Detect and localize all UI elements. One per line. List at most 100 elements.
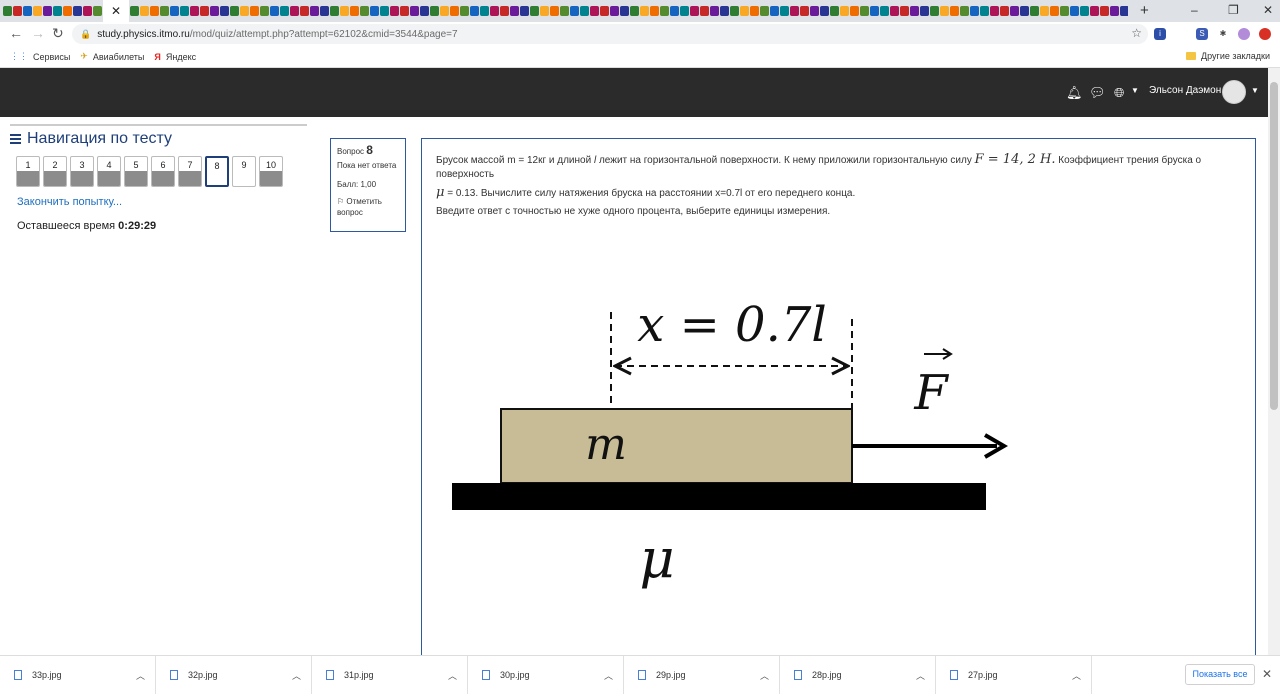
tab-favicon-icon[interactable] bbox=[1050, 6, 1059, 16]
chat-icon[interactable]: 💬︎ bbox=[1089, 85, 1106, 101]
tab-favicon-icon[interactable] bbox=[700, 6, 709, 16]
tab-favicon-icon[interactable] bbox=[760, 6, 769, 16]
tab-favicon-icon[interactable] bbox=[720, 6, 729, 16]
tab-favicon-icon[interactable] bbox=[560, 6, 569, 16]
tab-favicon-icon[interactable] bbox=[480, 6, 489, 16]
tab-favicon-icon[interactable] bbox=[740, 6, 749, 16]
tab-favicon-icon[interactable] bbox=[310, 6, 319, 16]
tab-favicon-icon[interactable] bbox=[870, 6, 879, 16]
tab-favicon-icon[interactable] bbox=[890, 6, 899, 16]
user-menu-chevron-icon[interactable]: ▼ bbox=[1251, 86, 1259, 95]
download-item[interactable]: 27p.jpg ︿ bbox=[936, 655, 1092, 694]
tab-favicon-icon[interactable] bbox=[540, 6, 549, 16]
question-button-9[interactable]: 9 bbox=[232, 156, 256, 187]
question-button-7[interactable]: 7 bbox=[178, 156, 202, 187]
download-item[interactable]: 30p.jpg ︿ bbox=[468, 655, 624, 694]
tab-favicon-icon[interactable] bbox=[1080, 6, 1089, 16]
tab-favicon-icon[interactable] bbox=[470, 6, 479, 16]
tab-favicon-icon[interactable] bbox=[210, 6, 219, 16]
tab-favicon-icon[interactable] bbox=[340, 6, 349, 16]
tab-favicon-icon[interactable] bbox=[800, 6, 809, 16]
tab-favicon-icon[interactable] bbox=[680, 6, 689, 16]
chevron-up-icon[interactable]: ︿ bbox=[604, 669, 613, 682]
tab-favicon-icon[interactable] bbox=[350, 6, 359, 16]
download-item[interactable]: 31p.jpg ︿ bbox=[312, 655, 468, 694]
tab-favicon-icon[interactable] bbox=[33, 6, 42, 16]
tab-favicon-icon[interactable] bbox=[570, 6, 579, 16]
tab-favicon-icon[interactable] bbox=[93, 6, 102, 16]
scrollbar-thumb[interactable] bbox=[1270, 82, 1278, 410]
question-button-2[interactable]: 2 bbox=[43, 156, 67, 187]
finish-attempt-link[interactable]: Закончить попытку... bbox=[17, 196, 122, 208]
tab-favicon-icon[interactable] bbox=[900, 6, 909, 16]
tab-favicon-icon[interactable] bbox=[63, 6, 72, 16]
tab-favicon-icon[interactable] bbox=[600, 6, 609, 16]
tab-favicon-icon[interactable] bbox=[1090, 6, 1099, 16]
chevron-up-icon[interactable]: ︿ bbox=[916, 669, 925, 682]
tab-favicon-icon[interactable] bbox=[490, 6, 499, 16]
tab-favicon-icon[interactable] bbox=[630, 6, 639, 16]
tab-favicon-icon[interactable] bbox=[660, 6, 669, 16]
tab-favicon-icon[interactable] bbox=[1060, 6, 1069, 16]
tab-favicon-icon[interactable] bbox=[810, 6, 819, 16]
tab-favicon-icon[interactable] bbox=[43, 6, 52, 16]
show-all-button[interactable]: Показать все bbox=[1185, 664, 1255, 685]
question-button-8[interactable]: 8 bbox=[205, 156, 229, 187]
globe-icon[interactable]: 🌐︎ bbox=[1114, 85, 1124, 101]
tab-favicon-icon[interactable] bbox=[960, 6, 969, 16]
tab-favicon-icon[interactable] bbox=[500, 6, 509, 16]
other-bookmarks[interactable]: Другие закладки bbox=[1186, 51, 1270, 61]
tab-favicon-icon[interactable] bbox=[150, 6, 159, 16]
tab-favicon-icon[interactable] bbox=[73, 6, 82, 16]
back-icon[interactable]: ← bbox=[9, 25, 23, 41]
question-button-4[interactable]: 4 bbox=[97, 156, 121, 187]
tab-favicon-icon[interactable] bbox=[450, 6, 459, 16]
flag-question[interactable]: ⚐ Отметить вопрос bbox=[337, 196, 399, 218]
tab-favicon-icon[interactable] bbox=[390, 6, 399, 16]
tab-favicon-icon[interactable] bbox=[220, 6, 229, 16]
tab-favicon-icon[interactable] bbox=[850, 6, 859, 16]
tab-favicon-icon[interactable] bbox=[770, 6, 779, 16]
bookmark-yandex[interactable]: Я Яндекс bbox=[154, 52, 196, 62]
close-downloads-icon[interactable]: ✕ bbox=[1262, 667, 1272, 681]
download-item[interactable]: 28p.jpg ︿ bbox=[780, 655, 936, 694]
question-button-10[interactable]: 10 bbox=[259, 156, 283, 187]
tab-favicon-icon[interactable] bbox=[640, 6, 649, 16]
tab-favicon-icon[interactable] bbox=[1000, 6, 1009, 16]
bookmark-star-icon[interactable]: ☆ bbox=[1131, 26, 1142, 40]
tab-favicon-icon[interactable] bbox=[830, 6, 839, 16]
tab-favicon-icon[interactable] bbox=[1010, 6, 1019, 16]
tab-favicon-icon[interactable] bbox=[160, 6, 169, 16]
avatar[interactable] bbox=[1222, 80, 1246, 104]
tab-favicon-icon[interactable] bbox=[130, 6, 139, 16]
tab-favicon-icon[interactable] bbox=[440, 6, 449, 16]
chevron-down-icon[interactable]: ▼ bbox=[1131, 86, 1139, 95]
tab-favicon-icon[interactable] bbox=[730, 6, 739, 16]
tab-favicon-icon[interactable] bbox=[180, 6, 189, 16]
tab-favicon-icon[interactable] bbox=[1040, 6, 1049, 16]
tab-favicon-icon[interactable] bbox=[880, 6, 889, 16]
tab-favicon-icon[interactable] bbox=[590, 6, 599, 16]
tab-favicon-icon[interactable] bbox=[1020, 6, 1029, 16]
tab-favicon-icon[interactable] bbox=[550, 6, 559, 16]
bookmark-aviatickets[interactable]: ✈ Авиабилеты bbox=[80, 51, 144, 62]
address-bar[interactable]: 🔒 study.physics.itmo.ru /mod/quiz/attemp… bbox=[72, 24, 1148, 44]
tab-favicon-icon[interactable] bbox=[430, 6, 439, 16]
tab-favicon-icon[interactable] bbox=[190, 6, 199, 16]
tab-favicon-icon[interactable] bbox=[240, 6, 249, 16]
tab-favicon-icon[interactable] bbox=[280, 6, 289, 16]
menu-icon[interactable] bbox=[10, 132, 21, 146]
tab-favicon-icon[interactable] bbox=[170, 6, 179, 16]
tab-favicon-icon[interactable] bbox=[1110, 6, 1119, 16]
tab-favicon-icon[interactable] bbox=[580, 6, 589, 16]
tab-favicon-icon[interactable] bbox=[400, 6, 409, 16]
tab-favicon-icon[interactable] bbox=[840, 6, 849, 16]
bookmark-services[interactable]: ⋮⋮ Сервисы bbox=[10, 51, 70, 62]
tab-favicon-icon[interactable] bbox=[970, 6, 979, 16]
tab-favicon-icon[interactable] bbox=[530, 6, 539, 16]
bell-icon[interactable]: 🔔︎ bbox=[1066, 85, 1083, 101]
tab-favicon-icon[interactable] bbox=[950, 6, 959, 16]
profile-icon[interactable] bbox=[1238, 28, 1250, 40]
tab-favicon-icon[interactable] bbox=[23, 6, 32, 16]
tab-favicon-icon[interactable] bbox=[990, 6, 999, 16]
